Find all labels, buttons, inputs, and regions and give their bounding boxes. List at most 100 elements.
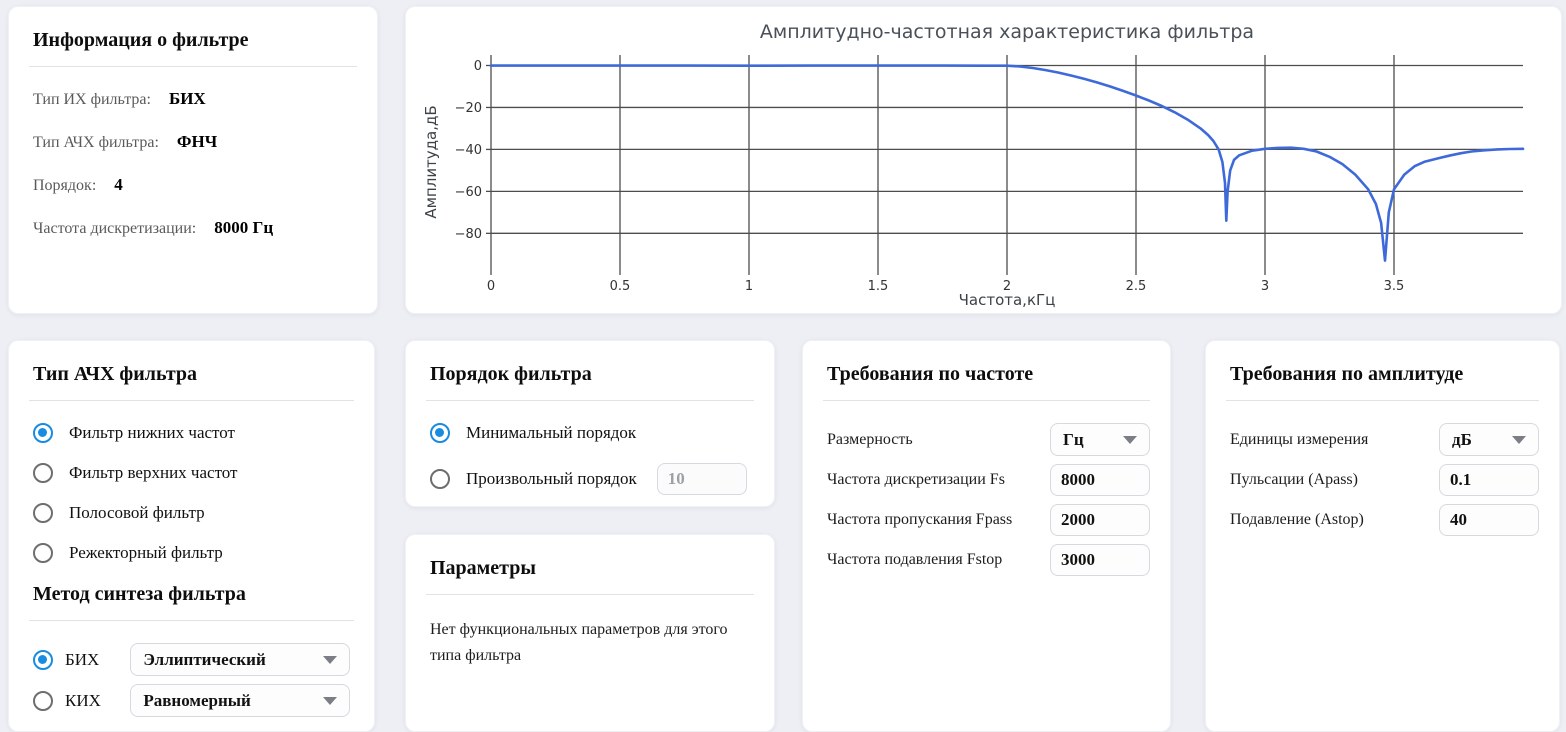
svg-text:Амплитудно-частотная характери: Амплитудно-частотная характеристика филь… [760,21,1254,43]
svg-text:3: 3 [1261,279,1269,294]
chevron-down-icon [323,656,337,664]
svg-text:Частота,кГц: Частота,кГц [959,291,1056,309]
radio-label: Фильтр верхних частот [69,463,237,483]
fs-input[interactable] [1050,464,1150,496]
radio-highpass[interactable]: Фильтр верхних частот [33,463,350,483]
select-value: дБ [1452,430,1512,450]
divider [823,400,1150,401]
divider [29,66,357,67]
card-title: Требования по амплитуде [1230,363,1539,386]
radio-iir[interactable] [33,650,53,670]
method-row-iir: БИХ Эллиптический [33,643,350,676]
radio-minimum-order[interactable]: Минимальный порядок [430,423,750,443]
radio-icon [33,543,53,563]
fstop-input[interactable] [1050,544,1150,576]
radio-icon [33,503,53,523]
select-value: Гц [1063,430,1123,450]
field-row-astop: Подавление (Astop) [1230,504,1539,536]
radio-label: КИХ [65,691,118,711]
amplitude-units-select[interactable]: дБ [1439,423,1539,456]
card-title: Информация о фильтре [33,29,357,52]
field-label: Пульсации (Apass) [1230,471,1439,489]
info-value: ФНЧ [177,132,217,151]
astop-input[interactable] [1439,504,1539,536]
chevron-down-icon [323,697,337,705]
info-value: 8000 Гц [214,218,273,237]
field-label: Частота дискретизации Fs [827,471,1050,489]
card-title: Параметры [430,557,754,580]
info-row-response-type: Тип АЧХ фильтра: ФНЧ [33,132,353,152]
amplitude-requirements-card: Требования по амплитуде Единицы измерени… [1205,340,1560,732]
parameters-card: Параметры Нет функциональных параметров … [405,534,775,732]
radio-bandpass[interactable]: Полосовой фильтр [33,503,350,523]
radio-label: Произвольный порядок [466,469,637,489]
frequency-requirements-card: Требования по частоте Размерность Гц Час… [802,340,1171,732]
frequency-units-select[interactable]: Гц [1050,423,1150,456]
radio-label: Режекторный фильтр [69,543,223,563]
info-label: Тип ИХ фильтра: [33,91,151,108]
svg-text:1.5: 1.5 [868,279,889,294]
svg-text:2.5: 2.5 [1126,279,1147,294]
no-parameters-message: Нет функциональных параметров для этого … [430,617,750,669]
divider [426,400,754,401]
info-value: 4 [114,175,123,194]
field-label: Частота подавления Fstop [827,551,1050,569]
svg-text:−40: −40 [455,143,482,158]
svg-text:1: 1 [745,279,753,294]
divider [426,594,754,595]
info-label: Тип АЧХ фильтра: [33,134,159,151]
divider [29,400,354,401]
select-value: Равномерный [143,691,323,711]
svg-text:Амплитуда,дБ: Амплитуда,дБ [422,105,440,218]
card-title: Требования по частоте [827,363,1150,386]
info-row-sampling-rate: Частота дискретизации: 8000 Гц [33,218,353,238]
radio-custom-order[interactable] [430,469,450,489]
field-label: Частота пропускания Fpass [827,511,1050,529]
radio-fir[interactable] [33,691,53,711]
svg-text:0: 0 [474,59,482,74]
info-row-ir-type: Тип ИХ фильтра: БИХ [33,89,353,109]
radio-icon [33,463,53,483]
svg-text:0: 0 [487,279,495,294]
svg-text:−20: −20 [455,101,482,116]
field-row-amp-units: Единицы измерения дБ [1230,423,1539,456]
fpass-input[interactable] [1050,504,1150,536]
radio-label: БИХ [65,650,118,670]
method-row-fir: КИХ Равномерный [33,684,350,717]
svg-text:−60: −60 [455,185,482,200]
svg-text:−80: −80 [455,227,482,242]
frequency-response-chart-card: 0−20−40−60−8000.511.522.533.5Амплитудно-… [405,6,1562,314]
radio-label: Минимальный порядок [466,423,636,443]
apass-input[interactable] [1439,464,1539,496]
radio-custom-order-row: Произвольный порядок [430,463,750,495]
synthesis-method-title: Метод синтеза фильтра [33,583,354,606]
radio-bandstop[interactable]: Режекторный фильтр [33,543,350,563]
svg-text:0.5: 0.5 [610,279,631,294]
field-row-fs: Частота дискретизации Fs [827,464,1150,496]
field-row-fpass: Частота пропускания Fpass [827,504,1150,536]
info-label: Частота дискретизации: [33,220,196,237]
card-title: Порядок фильтра [430,363,754,386]
fir-method-select[interactable]: Равномерный [130,684,350,717]
iir-method-select[interactable]: Эллиптический [130,643,350,676]
radio-label: Фильтр нижних частот [69,423,235,443]
field-label: Подавление (Astop) [1230,511,1439,529]
custom-order-input[interactable] [657,463,747,495]
radio-selected-icon [33,423,53,443]
filter-info-card: Информация о фильтре Тип ИХ фильтра: БИХ… [8,6,378,314]
field-row-units: Размерность Гц [827,423,1150,456]
info-value: БИХ [169,89,206,108]
field-label: Единицы измерения [1230,431,1439,449]
svg-text:3.5: 3.5 [1384,279,1405,294]
filter-type-card: Тип АЧХ фильтра Фильтр нижних частот Фил… [8,340,375,732]
radio-lowpass[interactable]: Фильтр нижних частот [33,423,350,443]
frequency-response-chart: 0−20−40−60−8000.511.522.533.5Амплитудно-… [406,7,1563,315]
radio-selected-icon [430,423,450,443]
filter-order-card: Порядок фильтра Минимальный порядок Прои… [405,340,775,507]
divider [1226,400,1539,401]
select-value: Эллиптический [143,650,323,670]
divider [29,620,354,621]
field-row-fstop: Частота подавления Fstop [827,544,1150,576]
info-row-order: Порядок: 4 [33,175,353,195]
card-title: Тип АЧХ фильтра [33,363,354,386]
